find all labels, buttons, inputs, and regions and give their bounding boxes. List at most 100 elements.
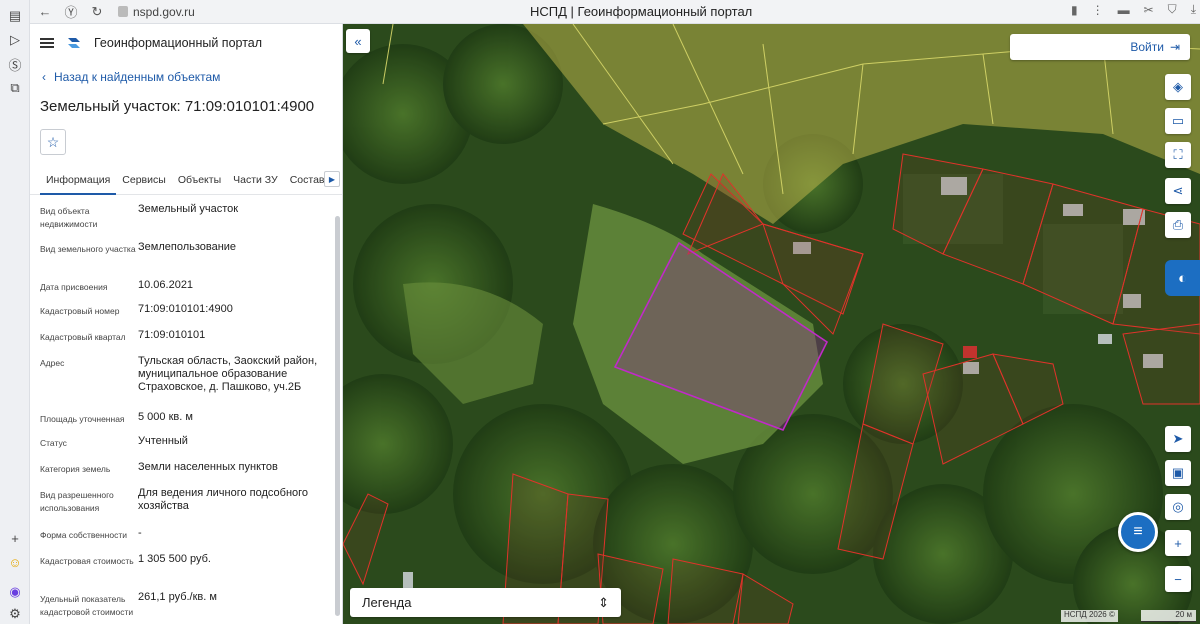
attribute-value: 10.06.2021: [138, 279, 194, 291]
attribute-label: Кадастровый квартал: [40, 332, 126, 342]
share-button[interactable]: ⋖: [1165, 178, 1191, 204]
browser-toolbar: ← Ⓨ ↻ nspd.gov.ru НСПД | Геоинформационн…: [30, 0, 1200, 24]
favorite-button[interactable]: ☆: [40, 129, 66, 155]
address-bar[interactable]: nspd.gov.ru: [118, 5, 195, 19]
screenshot-icon[interactable]: ⧉: [5, 78, 25, 98]
tab-objects[interactable]: Объекты: [172, 165, 227, 195]
collapse-panel-button[interactable]: «: [346, 29, 370, 53]
zoom-out-button[interactable]: −: [1165, 566, 1191, 592]
print-icon: ⎙: [1172, 217, 1184, 232]
add-icon[interactable]: +: [5, 528, 25, 548]
attribute-label: Категория земель: [40, 464, 111, 474]
download-icon[interactable]: ⤓: [1191, 2, 1196, 17]
panel-header: Геоинформационный портал: [30, 24, 342, 62]
attribute-row: Дата присвоения 10.06.2021: [40, 279, 330, 294]
panel-scrollbar[interactable]: [335, 216, 340, 616]
lock-icon: [118, 6, 128, 17]
attribute-value: 71:09:010101: [138, 329, 206, 341]
attribute-row: Вид земельного участка Землепользование: [40, 241, 330, 256]
settings-icon[interactable]: ⚙: [5, 604, 25, 624]
ruler-button[interactable]: ▭: [1165, 108, 1191, 134]
object-info-panel: Геоинформационный портал ‹ Назад к найде…: [30, 24, 343, 624]
login-button[interactable]: Войти ⇥: [1010, 34, 1190, 60]
attribute-row: Площадь уточненная 5 000 кв. м: [40, 411, 330, 426]
attribute-value: Тульская область, Заокский район, муници…: [138, 355, 318, 393]
nspd-logo-icon: ◐: [1177, 269, 1188, 287]
legend-dropdown[interactable]: Легенда ⇕: [350, 588, 621, 617]
map-view[interactable]: « Войти ⇥ ◈ ▭ ⛶ ⋖ ⎙ ◐ ➤ ▣ ◎ + − ≡ Легенд…: [343, 24, 1200, 624]
alice-icon[interactable]: ◉: [5, 582, 25, 602]
back-icon[interactable]: ←: [34, 2, 56, 22]
attribute-row: Форма собственности -: [40, 527, 330, 542]
s-app-icon[interactable]: Ⓢ: [5, 54, 25, 74]
portal-logo-icon: [66, 35, 82, 51]
attribute-label: Статус: [40, 438, 67, 448]
attribute-row: Категория земель Земли населенных пункто…: [40, 461, 330, 476]
attribute-row: Кадастровый номер 71:09:010101:4900: [40, 303, 330, 318]
legend-label: Легенда: [362, 595, 412, 610]
attribute-row: Кадастровый квартал 71:09:010101: [40, 329, 330, 344]
zoom-in-icon: +: [1174, 535, 1182, 551]
yandex-icon[interactable]: Ⓨ: [60, 2, 82, 22]
attribute-value: Учтенный: [138, 435, 188, 447]
bookmark-icon[interactable]: ▮: [1071, 3, 1078, 17]
attribute-row: Статус Учтенный: [40, 435, 330, 450]
extension-bar-icon[interactable]: ▬: [1118, 3, 1130, 17]
shield-icon[interactable]: ⛉: [1168, 2, 1177, 17]
attribute-label: Кадастровый номер: [40, 306, 120, 316]
tabs-icon[interactable]: ▤: [5, 6, 25, 26]
geolocation-icon: ◎: [1172, 499, 1184, 514]
attributes-list: Вид объекта недвижимости Земельный участ…: [30, 195, 342, 624]
tools-icon[interactable]: ✂: [1144, 3, 1154, 17]
tab-information[interactable]: Информация: [40, 165, 117, 195]
tab-parts[interactable]: Части ЗУ: [227, 165, 284, 195]
attribute-row: Вид объекта недвижимости Земельный участ…: [40, 203, 330, 231]
attribute-value: Земельный участок: [138, 203, 239, 215]
attribute-value: 1 305 500 руб.: [138, 553, 211, 565]
geolocation-button[interactable]: ◎: [1165, 494, 1191, 520]
object-title: Земельный участок: 71:09:010101:4900: [40, 98, 315, 115]
attribute-label: Площадь уточненная: [40, 414, 125, 424]
menu-icon[interactable]: [40, 38, 54, 48]
brand-button[interactable]: ◐: [1165, 260, 1200, 296]
chevron-up-down-icon: ⇕: [598, 594, 609, 610]
info-tabs: Информация Сервисы Объекты Части ЗУ Сост…: [30, 165, 342, 195]
extension-icon[interactable]: ⋮: [1092, 3, 1104, 17]
reload-icon[interactable]: ↻: [86, 2, 108, 22]
attribute-row: Кадастровая стоимость 1 305 500 руб.: [40, 553, 330, 568]
attribute-value: 261,1 руб./кв. м: [138, 591, 217, 603]
ruler-icon: ▭: [1171, 113, 1185, 128]
tab-title: НСПД | Геоинформационный портал: [530, 4, 753, 19]
chevron-left-icon: ‹: [42, 70, 46, 84]
attribute-row: Вид разрешенного использования Для веден…: [40, 487, 330, 515]
attribute-label: Дата присвоения: [40, 282, 108, 292]
tabs-next-button[interactable]: ▶: [324, 171, 340, 187]
play-icon[interactable]: ▷: [5, 30, 25, 50]
url-text: nspd.gov.ru: [133, 4, 195, 19]
print-button[interactable]: ⎙: [1165, 212, 1191, 238]
attribute-value: 71:09:010101:4900: [138, 303, 233, 315]
attribute-label: Форма собственности: [40, 530, 127, 540]
locate-button[interactable]: ➤: [1165, 426, 1191, 452]
basemap-button[interactable]: ▣: [1165, 460, 1191, 486]
satellite-map[interactable]: [343, 24, 1200, 624]
login-icon: ⇥: [1169, 40, 1180, 54]
attribute-value: Землепользование: [138, 241, 237, 253]
tab-services[interactable]: Сервисы: [116, 165, 172, 195]
select-area-button[interactable]: ⛶: [1165, 142, 1191, 168]
basemap-icon: ▣: [1171, 465, 1185, 480]
zoom-in-button[interactable]: +: [1165, 530, 1191, 556]
attribute-value: Для ведения личного подсобного хозяйства: [138, 487, 309, 512]
double-chevron-left-icon: «: [354, 33, 362, 49]
attribute-value: -: [138, 527, 142, 539]
attribute-value: 5 000 кв. м: [138, 411, 193, 423]
back-link-label: Назад к найденным объектам: [54, 70, 221, 84]
smile-icon[interactable]: ☺: [5, 552, 25, 572]
back-to-results-link[interactable]: ‹ Назад к найденным объектам: [42, 70, 342, 84]
chat-button[interactable]: ≡: [1118, 512, 1158, 552]
chat-icon: ≡: [1133, 523, 1143, 540]
scale-bar: 20 м: [1141, 610, 1196, 622]
attribute-label: Удельный показатель кадастровой стоимост…: [40, 594, 134, 617]
copyright-text: НСПД 2026 ©: [1061, 610, 1118, 622]
layers-button[interactable]: ◈: [1165, 74, 1191, 100]
